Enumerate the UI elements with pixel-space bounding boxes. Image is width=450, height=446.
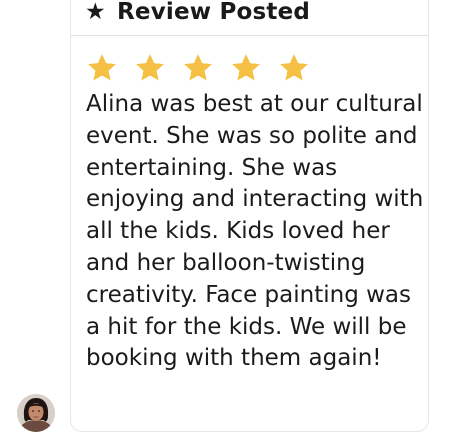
review-page: ★ Review Posted Alina was best at our cu… — [0, 0, 450, 446]
reviewer-avatar[interactable] — [17, 394, 55, 432]
rating-star-icon — [280, 54, 308, 81]
rating-star-icon — [232, 54, 260, 81]
star-rating — [86, 52, 310, 88]
star-icon: ★ — [85, 0, 106, 25]
rating-star-icon — [88, 54, 116, 81]
rating-star-icon — [184, 54, 212, 81]
rating-star-icon — [136, 54, 164, 81]
review-text: Alina was best at our cultural event. Sh… — [86, 91, 424, 372]
review-posted-title: Review Posted — [117, 0, 311, 25]
avatar-photo — [17, 394, 55, 432]
review-header: ★ Review Posted — [71, 0, 428, 36]
review-card: ★ Review Posted Alina was best at our cu… — [70, 0, 429, 432]
